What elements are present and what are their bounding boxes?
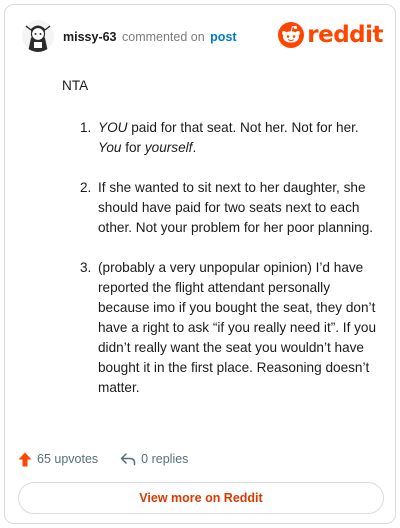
- view-more-button[interactable]: View more on Reddit: [18, 482, 384, 514]
- list-item: 3. (probably a very unpopular opinion) I…: [62, 258, 382, 398]
- list-text: .: [192, 140, 197, 155]
- emphasis-text: yourself: [144, 140, 193, 155]
- reply-arrow-icon: [120, 453, 136, 466]
- list-number: 1.: [80, 120, 92, 135]
- comment-meta: missy-63 commented on post: [63, 30, 237, 44]
- list-number: 2.: [80, 180, 92, 195]
- comment-action-text: commented on: [122, 30, 205, 44]
- list-text: paid for that seat. Not her. Not for her…: [127, 120, 359, 135]
- replies-button[interactable]: 0 replies: [120, 452, 188, 466]
- comment-list: 1. YOU paid for that seat. Not her. Not …: [62, 118, 382, 398]
- comment-header: missy-63 commented on post reddit: [18, 18, 383, 56]
- reddit-logo[interactable]: reddit: [278, 20, 383, 50]
- upvote-count: 65 upvotes: [37, 452, 99, 466]
- upvote-button[interactable]: 65 upvotes: [18, 452, 98, 467]
- avatar[interactable]: [22, 20, 54, 52]
- comment-intro: NTA: [62, 78, 89, 93]
- comment-footer: 65 upvotes 0 replies: [18, 447, 188, 471]
- reddit-alien-icon: [278, 22, 305, 48]
- list-item: 2. If she wanted to sit next to her daug…: [62, 178, 382, 238]
- list-text: for: [121, 140, 145, 155]
- emphasis-text: YOU: [98, 120, 128, 135]
- reply-count: 0 replies: [141, 452, 189, 466]
- comment-embed-card: missy-63 commented on post reddit NTA 1.: [4, 4, 396, 524]
- comment-body: NTA 1. YOU paid for that seat. Not her. …: [62, 76, 382, 418]
- list-number: 3.: [80, 260, 92, 275]
- list-item: 1. YOU paid for that seat. Not her. Not …: [62, 118, 382, 158]
- list-text: (probably a very unpopular opinion) I’d …: [98, 260, 377, 395]
- reddit-wordmark: reddit: [307, 22, 383, 48]
- list-text: If she wanted to sit next to her daughte…: [98, 180, 374, 235]
- upvote-arrow-icon: [18, 452, 32, 466]
- emphasis-text: You: [98, 140, 122, 155]
- post-link[interactable]: post: [210, 30, 236, 44]
- author-link[interactable]: missy-63: [63, 30, 117, 44]
- avatar-icon: [22, 20, 54, 52]
